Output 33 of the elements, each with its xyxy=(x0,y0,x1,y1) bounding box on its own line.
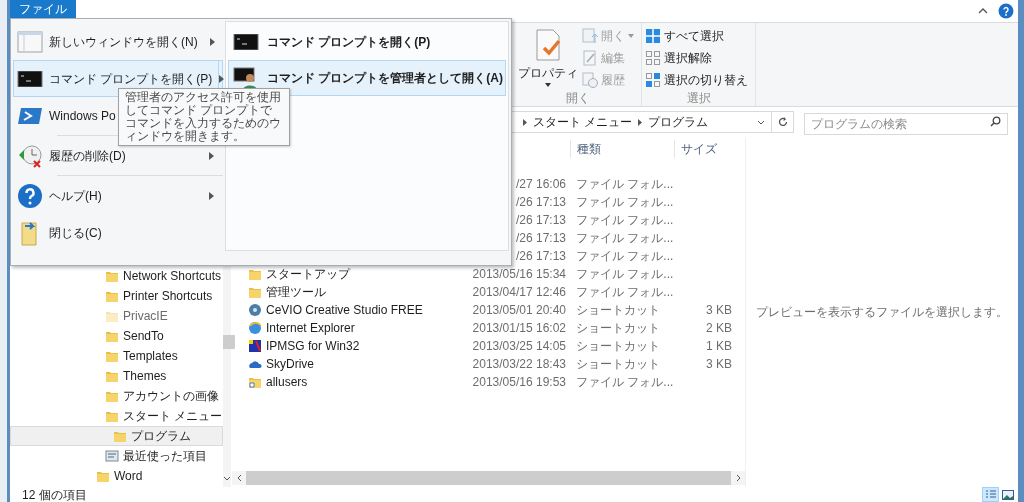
item-count: 12 個の項目 xyxy=(22,487,88,502)
tooltip: 管理者のアクセス許可を使用してコマンド プロンプトでコマンドを入力するためのウィンドウを開きます。 xyxy=(118,88,290,146)
group-label: 開く xyxy=(564,90,591,107)
type-cell-text: ショートカット xyxy=(575,338,661,355)
date-cell-text: 2013/05/16 15:34 xyxy=(471,266,566,283)
type-cell-text: ファイル フォル... xyxy=(575,176,672,193)
date-cell-text: /26 17:13 xyxy=(514,212,566,229)
date-cell-text: 2013/05/01 20:40 xyxy=(471,302,566,319)
date-cell-text: /27 16:06 xyxy=(514,176,566,193)
type-cell-text: ファイル フォル... xyxy=(575,248,672,265)
type-cell-text: ファイル フォル... xyxy=(575,266,672,283)
date-cell-text: 2013/03/22 18:43 xyxy=(471,356,566,373)
type-cell-text: ファイル フォル... xyxy=(575,374,672,391)
size-cell-text: 3 KB xyxy=(705,356,732,373)
date-cell-text: 2013/03/25 14:05 xyxy=(471,338,566,355)
type-cell-text: ショートカット xyxy=(575,356,661,373)
date-cell-text: 2013/01/15 16:02 xyxy=(471,320,566,337)
date-cell-text: 2013/05/16 19:53 xyxy=(471,374,566,391)
group-label: 選択 xyxy=(685,90,712,107)
preview-message: プレビューを表示するファイルを選択します。 xyxy=(756,304,1008,321)
type-cell-text: ショートカット xyxy=(575,320,661,337)
type-cell-text: ファイル フォル... xyxy=(575,194,672,211)
size-cell-text: 3 KB xyxy=(705,302,732,319)
date-cell-text: 2013/04/17 12:46 xyxy=(471,284,566,301)
date-cell-text: /26 17:13 xyxy=(514,230,566,247)
type-cell-text: ファイル フォル... xyxy=(575,284,672,301)
size-cell-text: 1 KB xyxy=(705,338,732,355)
date-cell-text: /26 17:13 xyxy=(514,194,566,211)
type-cell-text: ファイル フォル... xyxy=(575,230,672,247)
type-cell-text: ショートカット xyxy=(575,302,661,319)
type-cell-text: ファイル フォル... xyxy=(575,212,672,229)
date-cell-text: /26 17:13 xyxy=(514,248,566,265)
size-cell-text: 2 KB xyxy=(705,320,732,337)
